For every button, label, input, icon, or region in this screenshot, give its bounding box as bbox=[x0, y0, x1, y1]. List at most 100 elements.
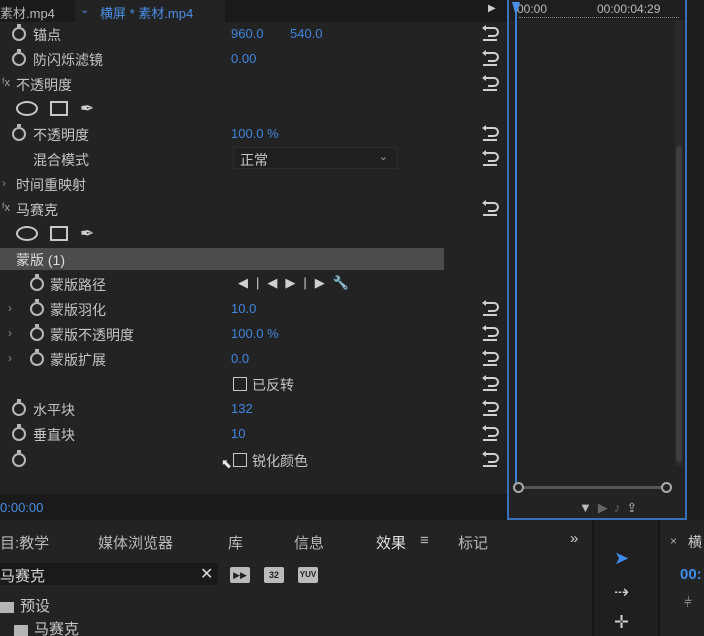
mask-header[interactable]: 蒙版 (1) bbox=[0, 248, 444, 270]
anchor-y-value[interactable]: 540.0 bbox=[290, 26, 323, 41]
filter-icon[interactable]: ▼ bbox=[579, 500, 598, 515]
ellipse-mask-icon[interactable] bbox=[16, 101, 38, 116]
tab-effects[interactable]: 效果 bbox=[376, 532, 406, 553]
chevron-right-icon[interactable]: › bbox=[8, 301, 12, 315]
reset-icon[interactable] bbox=[480, 299, 500, 317]
pen-mask-icon[interactable]: ✒ bbox=[80, 224, 94, 244]
track-back-all-icon[interactable]: ◀| bbox=[238, 275, 267, 290]
mask-opacity-value[interactable]: 100.0 % bbox=[231, 326, 279, 341]
reset-icon[interactable] bbox=[480, 199, 500, 217]
tab-markers[interactable]: 标记 bbox=[458, 532, 488, 553]
reset-icon[interactable] bbox=[480, 374, 500, 392]
zoom-bar[interactable] bbox=[519, 486, 667, 489]
tab-libraries[interactable]: 库 bbox=[228, 532, 243, 553]
stopwatch-icon[interactable] bbox=[12, 24, 26, 41]
reset-icon[interactable] bbox=[480, 74, 500, 92]
vertical-blocks-value[interactable]: 10 bbox=[231, 426, 245, 441]
timeline-tab-label[interactable]: 横 bbox=[688, 532, 702, 552]
effects-search-input[interactable]: 马赛克 ✕ bbox=[0, 563, 218, 585]
stopwatch-icon[interactable] bbox=[12, 424, 26, 441]
reset-icon[interactable] bbox=[480, 49, 500, 67]
stopwatch-icon[interactable] bbox=[30, 324, 44, 341]
reset-icon[interactable] bbox=[480, 324, 500, 342]
chevron-down-icon[interactable]: ⌄ bbox=[80, 3, 89, 16]
mask-expansion-value[interactable]: 0.0 bbox=[231, 351, 249, 366]
mask-expansion-label: 蒙版扩展 bbox=[50, 352, 106, 368]
snap-icon[interactable]: ⫩ bbox=[684, 594, 692, 611]
chevron-right-icon[interactable]: › bbox=[8, 326, 12, 340]
audio-icon[interactable]: ▶♪ bbox=[598, 500, 627, 515]
rectangle-mask-icon[interactable] bbox=[50, 101, 68, 116]
sharpen-colors-checkbox[interactable] bbox=[233, 453, 247, 467]
tree-item-presets[interactable]: 预设 bbox=[0, 595, 50, 616]
reset-icon[interactable] bbox=[480, 24, 500, 42]
chevron-right-icon[interactable]: › bbox=[2, 176, 6, 190]
clear-search-icon[interactable]: ✕ bbox=[200, 564, 213, 584]
track-forward-all-icon[interactable]: |▶ bbox=[303, 275, 332, 290]
reset-icon[interactable] bbox=[480, 399, 500, 417]
rectangle-mask-icon[interactable] bbox=[50, 226, 68, 241]
track-forward-icon[interactable]: ▶ bbox=[285, 275, 303, 290]
stopwatch-icon[interactable] bbox=[12, 399, 26, 416]
tab-sequence-clip[interactable]: 横屏 * 素材.mp4 bbox=[100, 3, 193, 22]
stopwatch-icon[interactable] bbox=[12, 49, 26, 66]
tab-project[interactable]: 目:教学 bbox=[0, 532, 49, 553]
track-back-icon[interactable]: ◀ bbox=[267, 275, 285, 290]
32bit-effects-icon[interactable]: 32 bbox=[264, 567, 284, 583]
stopwatch-icon[interactable] bbox=[30, 349, 44, 366]
reset-icon[interactable] bbox=[480, 424, 500, 442]
opacity-section-row: ᶠx 不透明度 bbox=[0, 72, 507, 96]
zoom-left-handle[interactable] bbox=[513, 482, 524, 493]
blend-mode-dropdown[interactable]: 正常 ⌄ bbox=[233, 147, 397, 169]
menu-icon[interactable]: ≡ bbox=[420, 532, 429, 549]
horizontal-zoom-scrollbar[interactable] bbox=[513, 482, 673, 493]
opacity-value[interactable]: 100.0 % bbox=[231, 126, 279, 141]
anchor-x-value[interactable]: 960.0 bbox=[231, 26, 264, 41]
play-icon[interactable]: ▶ bbox=[488, 3, 496, 14]
opacity-section-label[interactable]: 不透明度 bbox=[16, 75, 72, 95]
ellipse-mask-icon[interactable] bbox=[16, 226, 38, 241]
tab-source-clip[interactable]: 素材.mp4 bbox=[0, 3, 55, 22]
mask-feather-value[interactable]: 10.0 bbox=[231, 301, 256, 316]
pen-mask-icon[interactable]: ✒ bbox=[80, 99, 94, 119]
reset-icon[interactable] bbox=[480, 124, 500, 142]
time-ruler[interactable]: 00:00 00:00:04:29 bbox=[509, 0, 685, 20]
tab-media-browser[interactable]: 媒体浏览器 bbox=[98, 532, 173, 553]
panel-divider bbox=[687, 0, 704, 520]
scrollbar-thumb[interactable] bbox=[676, 146, 682, 462]
wrench-icon[interactable]: 🔧 bbox=[333, 275, 357, 290]
track-select-tool-icon[interactable]: ⇢ bbox=[614, 582, 629, 603]
stopwatch-icon[interactable] bbox=[12, 450, 26, 467]
horizontal-blocks-value[interactable]: 132 bbox=[231, 401, 253, 416]
ripple-edit-tool-icon[interactable]: ✛ bbox=[614, 612, 629, 633]
playhead-line[interactable] bbox=[515, 14, 517, 484]
current-timecode[interactable]: 0:00:00 bbox=[0, 500, 43, 515]
reset-icon[interactable] bbox=[480, 450, 500, 468]
reset-icon[interactable] bbox=[480, 149, 500, 167]
horizontal-blocks-label: 水平块 bbox=[33, 402, 75, 418]
stopwatch-icon[interactable] bbox=[30, 299, 44, 316]
antiflicker-value[interactable]: 0.00 bbox=[231, 51, 256, 66]
vertical-scrollbar[interactable] bbox=[675, 20, 683, 466]
reset-icon[interactable] bbox=[480, 349, 500, 367]
chevron-right-icon[interactable]: › bbox=[8, 351, 12, 365]
stopwatch-icon[interactable] bbox=[30, 274, 44, 291]
close-icon[interactable]: × bbox=[670, 534, 677, 548]
fx-icon[interactable]: ᶠx bbox=[2, 77, 10, 89]
mosaic-section-label[interactable]: 马赛克 bbox=[16, 200, 58, 220]
yuv-effects-icon[interactable]: YUV bbox=[298, 567, 318, 583]
tree-item-mosaic[interactable]: 马赛克 bbox=[14, 618, 79, 636]
more-tabs-icon[interactable]: » bbox=[570, 530, 578, 547]
zoom-right-handle[interactable] bbox=[661, 482, 672, 493]
timeline-timecode[interactable]: 00: bbox=[680, 566, 702, 583]
folder-icon bbox=[0, 601, 14, 613]
accelerated-effects-icon[interactable]: ▶▶ bbox=[230, 567, 250, 583]
fx-icon[interactable]: ᶠx bbox=[2, 202, 10, 214]
export-icon[interactable]: ⇪ bbox=[626, 500, 643, 515]
selection-tool-icon[interactable]: ➤ bbox=[614, 548, 629, 569]
tab-info[interactable]: 信息 bbox=[294, 532, 324, 553]
inverted-checkbox[interactable] bbox=[233, 377, 247, 391]
stopwatch-icon[interactable] bbox=[12, 124, 26, 141]
sharpen-colors-label: 锐化颜色 bbox=[252, 453, 308, 469]
time-remap-label[interactable]: 时间重映射 bbox=[16, 175, 86, 195]
